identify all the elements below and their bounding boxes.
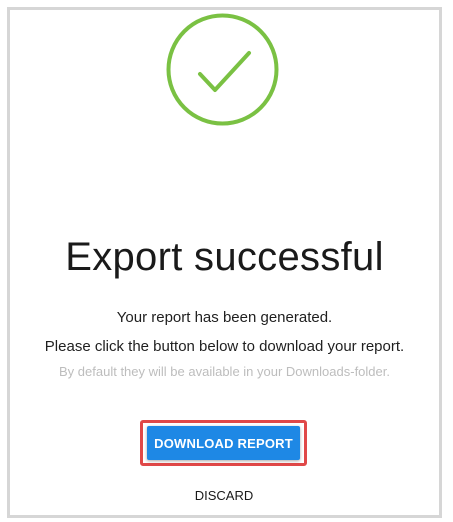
message-instruction: Please click the button below to downloa…	[44, 338, 405, 355]
checkmark-circle-icon	[166, 13, 279, 126]
export-success-dialog: Export successful Your report has been g…	[7, 7, 442, 518]
message-generated: Your report has been generated.	[116, 309, 333, 326]
discard-button[interactable]: DISCARD	[174, 484, 274, 506]
message-hint: By default they will be available in you…	[59, 364, 390, 379]
download-report-button[interactable]: DOWNLOAD REPORT	[147, 426, 300, 460]
dialog-title: Export successful	[65, 235, 384, 279]
